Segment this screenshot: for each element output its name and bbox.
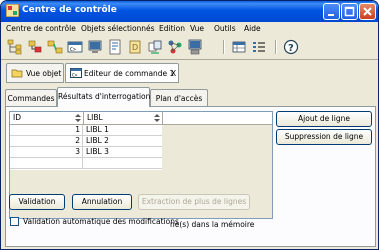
tab-label: Editeur de commande 1: [84, 69, 175, 78]
tab-resultats-interrogation[interactable]: Résultats d'interrogation: [57, 87, 150, 107]
menu-outils[interactable]: Outils: [214, 24, 236, 33]
close-icon: [363, 7, 372, 16]
journal-icon[interactable]: D: [127, 39, 143, 55]
minimize-button[interactable]: [323, 3, 340, 20]
network-icon[interactable]: [167, 39, 183, 55]
object-icon[interactable]: [27, 39, 43, 55]
tree-icon[interactable]: [7, 39, 23, 55]
control-center-icon: [6, 4, 19, 17]
command-editor-content: Commandes Résultats d'interrogation Plan…: [2, 85, 377, 249]
document-tabs: Vue objet C> Editeur de commande 1 X: [1, 59, 378, 86]
window-title: Centre de contrôle: [22, 5, 117, 15]
tab-close-button[interactable]: X: [171, 69, 176, 78]
cell-libl[interactable]: LIBL 2: [84, 136, 162, 146]
results-panel: ID LIBL 1 LIBL 1 2 LIBL 2 3 LIBL 3 Ajout…: [5, 106, 376, 247]
tab-plan-acces[interactable]: Plan d'accès: [150, 89, 208, 106]
folder-icon: [11, 69, 23, 78]
svg-text:C>: C>: [70, 47, 76, 53]
add-row-button[interactable]: Ajout de ligne: [276, 111, 372, 127]
menu-objets-selectionnes[interactable]: Objets sélectionnés: [81, 24, 155, 33]
cell-libl[interactable]: LIBL 3: [84, 147, 162, 157]
maximize-icon: [344, 6, 355, 17]
menu-vue[interactable]: Vue: [190, 24, 204, 33]
script-icon[interactable]: [107, 39, 123, 55]
autocommit-checkbox[interactable]: [10, 217, 19, 226]
cell-id[interactable]: 1: [10, 125, 83, 135]
tab-commandes[interactable]: Commandes: [5, 89, 57, 106]
grid-view-icon[interactable]: [231, 39, 247, 55]
toolbar-separator: [275, 40, 277, 54]
cell-libl[interactable]: [84, 158, 162, 168]
tab-vue-objet[interactable]: Vue objet: [6, 63, 64, 83]
column-header-libl[interactable]: LIBL: [84, 112, 163, 124]
toolbar-separator: [223, 40, 225, 54]
cancel-button[interactable]: Annulation: [72, 194, 132, 210]
menu-edition[interactable]: Edition: [159, 24, 185, 33]
command-editor-icon: C>: [70, 68, 82, 79]
table-row[interactable]: 2 LIBL 2: [10, 136, 162, 147]
cell-id[interactable]: [10, 158, 83, 168]
cell-id[interactable]: 3: [10, 147, 83, 157]
svg-text:C>: C>: [72, 73, 78, 79]
sort-icon: [154, 114, 160, 122]
extract-more-rows-button[interactable]: Extraction de plus de lignes: [138, 194, 250, 210]
sort-icon: [75, 114, 81, 122]
cell-id[interactable]: 2: [10, 136, 83, 146]
monitor-icon[interactable]: [87, 39, 103, 55]
table-row[interactable]: 1 LIBL 1: [10, 125, 162, 136]
column-header-id[interactable]: ID: [10, 112, 84, 124]
grid-header: ID LIBL: [10, 112, 272, 125]
tab-label: Plan d'accès: [155, 94, 203, 103]
list-view-icon[interactable]: [251, 39, 267, 55]
replication-icon[interactable]: [147, 39, 163, 55]
menu-bar: Centre de contrôle Objets sélectionnés E…: [1, 22, 378, 36]
table-row[interactable]: 3 LIBL 3: [10, 147, 162, 158]
maximize-button[interactable]: [341, 3, 358, 20]
server-icon[interactable]: [187, 39, 203, 55]
connect-icon[interactable]: [47, 39, 63, 55]
tab-editeur-commande-1[interactable]: C> Editeur de commande 1 X: [65, 63, 179, 83]
svg-text:?: ?: [288, 43, 294, 54]
close-button[interactable]: [359, 3, 376, 20]
tab-label: Commandes: [7, 94, 55, 103]
menu-aide[interactable]: Aide: [244, 24, 261, 33]
title-bar[interactable]: Centre de contrôle: [1, 1, 378, 22]
grid-body: 1 LIBL 1 2 LIBL 2 3 LIBL 3: [10, 125, 162, 170]
minimize-icon: [328, 14, 334, 16]
toolbar: C> D ?: [1, 36, 378, 58]
svg-text:D: D: [132, 43, 138, 52]
autocommit-label: Validation automatique des modifications: [23, 217, 179, 226]
delete-row-button[interactable]: Suppression de ligne: [276, 129, 372, 145]
window: Centre de contrôle Centre de contrôle Ob…: [0, 0, 379, 250]
cell-libl[interactable]: LIBL 1: [84, 125, 162, 135]
tab-label: Vue objet: [26, 69, 62, 78]
menu-centre-controle[interactable]: Centre de contrôle: [6, 24, 76, 33]
command-icon[interactable]: C>: [67, 39, 83, 55]
tab-label: Résultats d'interrogation: [58, 92, 151, 101]
validate-button[interactable]: Validation: [9, 194, 65, 210]
help-icon[interactable]: ?: [283, 39, 299, 55]
memory-status-text: ne(s) dans la mémoire: [170, 220, 255, 229]
table-row-empty[interactable]: [10, 158, 162, 169]
